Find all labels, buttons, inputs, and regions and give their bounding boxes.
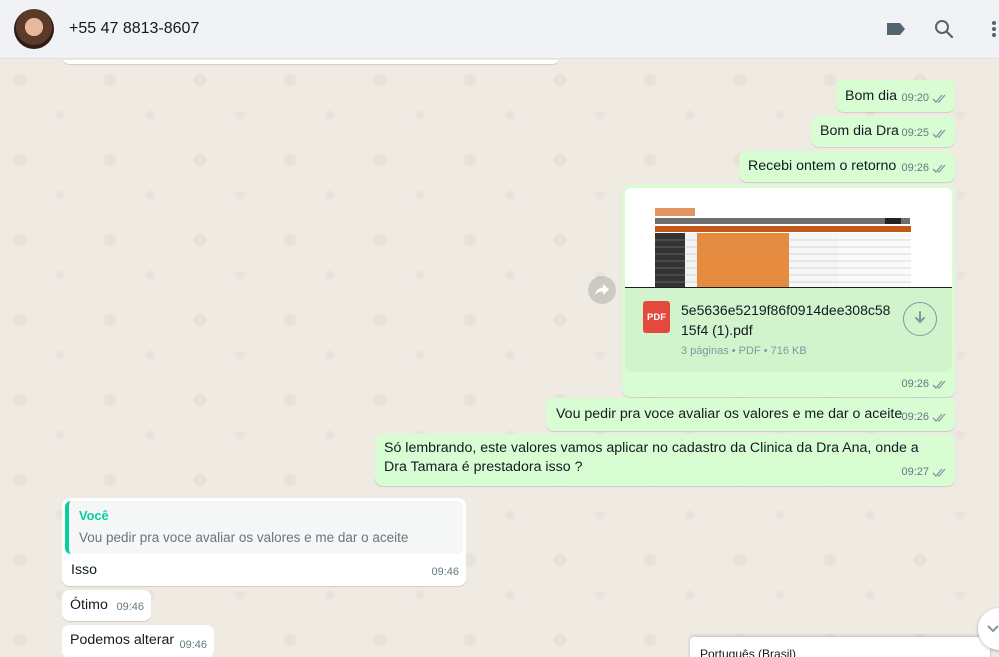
message-text: Vou pedir pra voce avaliar os valores e …: [556, 406, 903, 422]
message-text: Isso: [71, 562, 98, 578]
message-text: Só lembrando, este valores vamos aplicar…: [384, 440, 919, 475]
chat-panel[interactable]: Bom dia 09:20 Bom dia Dra 09:25 Recebi o…: [0, 60, 999, 657]
label-icon[interactable]: [883, 16, 909, 42]
file-meta: 3 páginas • PDF • 716 KB: [681, 345, 807, 357]
previous-message-stub: [62, 60, 560, 64]
language-label: Português (Brasil): [700, 647, 797, 657]
message-time: 09:25: [901, 127, 929, 139]
quoted-message[interactable]: Você Vou pedir pra voce avaliar os valor…: [65, 501, 463, 554]
double-check-icon: [932, 129, 946, 138]
search-icon[interactable]: [931, 16, 957, 42]
message-time: 09:26: [901, 378, 929, 390]
outgoing-message[interactable]: Recebi ontem o retorno 09:26: [739, 151, 955, 182]
outgoing-message[interactable]: Bom dia 09:20: [836, 80, 955, 112]
incoming-message[interactable]: Podemos alterar 09:46: [62, 625, 214, 657]
message-time: 09:20: [901, 92, 929, 104]
incoming-message[interactable]: Ótimo 09:46: [62, 590, 151, 621]
message-time: 09:27: [901, 466, 929, 478]
message-text: Recebi ontem o retorno: [748, 158, 897, 174]
outgoing-message[interactable]: Vou pedir pra voce avaliar os valores e …: [546, 398, 955, 431]
message-time: 09:26: [901, 411, 929, 423]
menu-icon[interactable]: [981, 16, 999, 42]
forward-icon[interactable]: [588, 276, 616, 304]
message-text: Podemos alterar: [70, 632, 175, 648]
chat-header: +55 47 8813-8607: [0, 0, 999, 59]
double-check-icon: [932, 380, 946, 389]
pdf-file-icon: PDF: [643, 301, 670, 333]
message-time: 09:46: [179, 639, 207, 651]
quote-author: Você: [79, 508, 109, 523]
outgoing-message[interactable]: Bom dia Dra 09:25: [811, 116, 955, 147]
outgoing-message[interactable]: Só lembrando, este valores vamos aplicar…: [375, 434, 955, 486]
file-name[interactable]: 5e5636e5219f86f0914dee308c5815f4 (1).pdf: [681, 300, 896, 340]
contact-name[interactable]: +55 47 8813-8607: [69, 20, 199, 38]
contact-avatar[interactable]: [14, 9, 54, 49]
message-text: Bom dia: [845, 88, 898, 104]
message-text: Bom dia Dra: [820, 123, 899, 139]
double-check-icon: [932, 164, 946, 173]
double-check-icon: [932, 94, 946, 103]
language-popup[interactable]: Português (Brasil): [690, 637, 990, 657]
download-icon[interactable]: [903, 302, 937, 336]
message-time: 09:46: [431, 566, 459, 578]
quote-text: Vou pedir pra voce avaliar os valores e …: [79, 530, 409, 545]
message-text: Ótimo: [70, 597, 108, 613]
message-time: 09:26: [901, 162, 929, 174]
document-preview[interactable]: [625, 188, 952, 288]
incoming-reply-message[interactable]: Você Vou pedir pra voce avaliar os valor…: [62, 498, 466, 586]
message-time: 09:46: [116, 601, 144, 613]
double-check-icon: [932, 413, 946, 422]
document-message[interactable]: PDF 5e5636e5219f86f0914dee308c5815f4 (1)…: [622, 185, 955, 397]
double-check-icon: [932, 468, 946, 477]
